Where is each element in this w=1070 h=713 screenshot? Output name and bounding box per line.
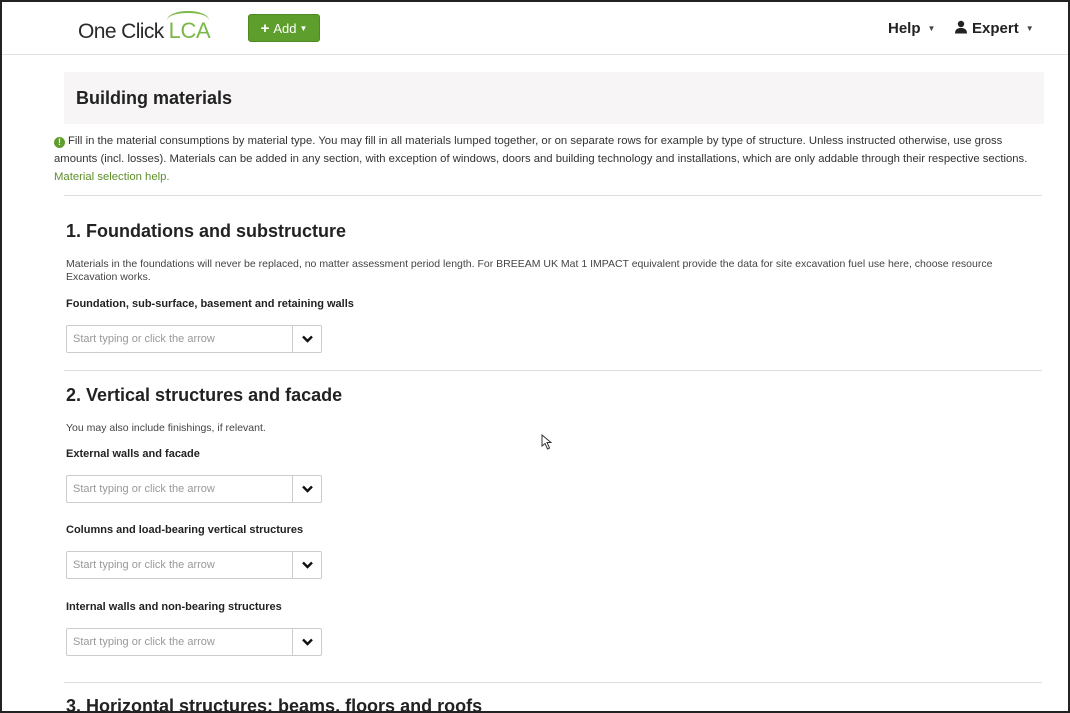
section-title: 2. Vertical structures and facade — [66, 385, 343, 405]
section-divider — [64, 195, 1042, 196]
dropdown-arrow-button[interactable] — [292, 552, 321, 578]
page-header: Building materials — [64, 72, 1044, 124]
section-divider — [64, 370, 1042, 371]
main-content: Building materials ! Fill in the material… — [54, 72, 1044, 186]
chevron-down-icon — [301, 485, 313, 493]
add-button-label: Add — [273, 20, 297, 36]
top-navbar: One Click LCA + Add ▼ Help ▼ Expert ▼ — [2, 2, 1068, 55]
user-menu[interactable]: Expert ▼ — [954, 20, 1034, 37]
chevron-down-icon — [301, 561, 313, 569]
plus-icon: + — [260, 19, 270, 37]
material-select-external-walls[interactable] — [66, 475, 322, 503]
field-label: Columns and load-bearing vertical struct… — [66, 524, 304, 536]
help-menu[interactable]: Help ▼ — [888, 20, 935, 37]
section-title: 3. Horizontal structures: beams, floors … — [66, 696, 483, 713]
section-divider — [64, 682, 1042, 683]
info-icon: ! — [54, 137, 65, 148]
intro-paragraph: ! Fill in the material consumptions by ma… — [54, 132, 1044, 186]
material-search-input[interactable] — [67, 552, 292, 578]
section-title: 1. Foundations and substructure — [66, 221, 347, 241]
material-select-internal-walls[interactable] — [66, 628, 322, 656]
chevron-down-icon — [301, 335, 313, 343]
caret-down-icon: ▼ — [1025, 24, 1034, 33]
user-menu-label: Expert — [972, 20, 1019, 37]
user-icon — [955, 20, 967, 34]
section-description: You may also include finishings, if rele… — [66, 422, 266, 434]
mouse-pointer-icon — [541, 434, 553, 450]
material-select-columns[interactable] — [66, 551, 322, 579]
dropdown-arrow-button[interactable] — [292, 629, 321, 655]
caret-down-icon: ▼ — [927, 24, 936, 33]
material-search-input[interactable] — [67, 476, 292, 502]
brand-lca: LCA — [166, 11, 211, 44]
app-frame: One Click LCA + Add ▼ Help ▼ Expert ▼ Buil… — [0, 0, 1070, 713]
dropdown-arrow-button[interactable] — [292, 326, 321, 352]
field-label: External walls and facade — [66, 448, 200, 460]
material-search-input[interactable] — [67, 629, 292, 655]
chevron-down-icon — [301, 638, 313, 646]
help-menu-label: Help — [888, 20, 921, 37]
material-selection-help-link[interactable]: Material selection help. — [54, 171, 170, 183]
brand-name: One Click — [78, 20, 164, 43]
brand-logo[interactable]: One Click LCA — [78, 11, 211, 44]
field-label: Internal walls and non-bearing structure… — [66, 601, 282, 613]
page-title: Building materials — [76, 87, 233, 108]
section-description: Materials in the foundations will never … — [66, 258, 993, 283]
material-search-input[interactable] — [67, 326, 292, 352]
add-button[interactable]: + Add ▼ — [248, 14, 320, 42]
caret-down-icon: ▼ — [299, 23, 308, 33]
logo-arc-icon — [166, 11, 209, 29]
field-label: Foundation, sub-surface, basement and re… — [66, 298, 354, 310]
material-select-foundation[interactable] — [66, 325, 322, 353]
dropdown-arrow-button[interactable] — [292, 476, 321, 502]
intro-text: Fill in the material consumptions by mat… — [54, 135, 1028, 165]
